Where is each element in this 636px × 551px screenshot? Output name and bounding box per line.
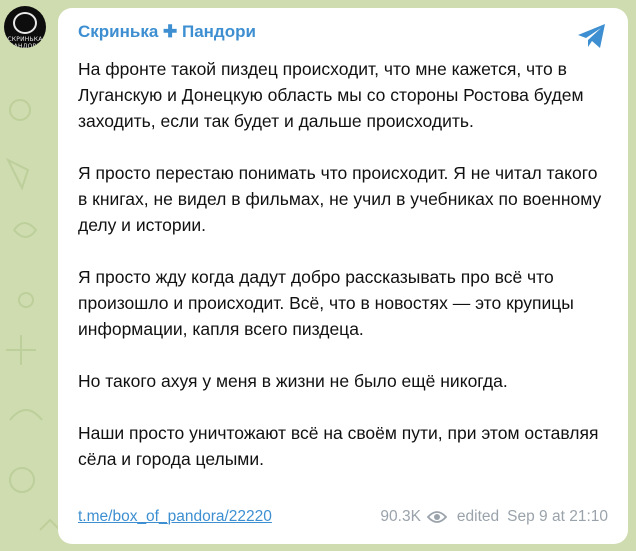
message-footer: t.me/box_of_pandora/22220 90.3K edited S… [78,508,608,530]
channel-avatar[interactable]: СКРИНЬКА ПАНДОРИ [4,6,46,48]
message-paragraph: Но такого ахуя у меня в жизни не было ещ… [78,371,508,391]
message-paragraph: Я просто перестаю понимать что происходи… [78,163,602,235]
message-timestamp: Sep 9 at 21:10 [507,508,608,525]
eye-icon [426,511,447,523]
message-bubble: Скринька ✚ Пандори На фронте такой пизде… [58,8,628,544]
message-paragraph: Наши просто уничтожают всё на своём пути… [78,423,599,469]
message-link[interactable]: t.me/box_of_pandora/22220 [78,508,272,526]
pandora-logo-icon [13,12,37,34]
message-text: На фронте такой пиздец происходит, что м… [78,56,608,472]
edited-label: edited [456,508,500,525]
message-paragraph: Я просто жду когда дадут добро рассказыв… [78,267,574,339]
message-paragraph: На фронте такой пиздец происходит, что м… [78,59,584,131]
avatar-logo-text: СКРИНЬКА ПАНДОРИ [7,36,43,48]
view-count: 90.3K [380,508,421,525]
message-meta: 90.3K edited Sep 9 at 21:10 [380,508,608,526]
channel-name[interactable]: Скринька ✚ Пандори [78,22,256,42]
telegram-icon [578,24,605,48]
